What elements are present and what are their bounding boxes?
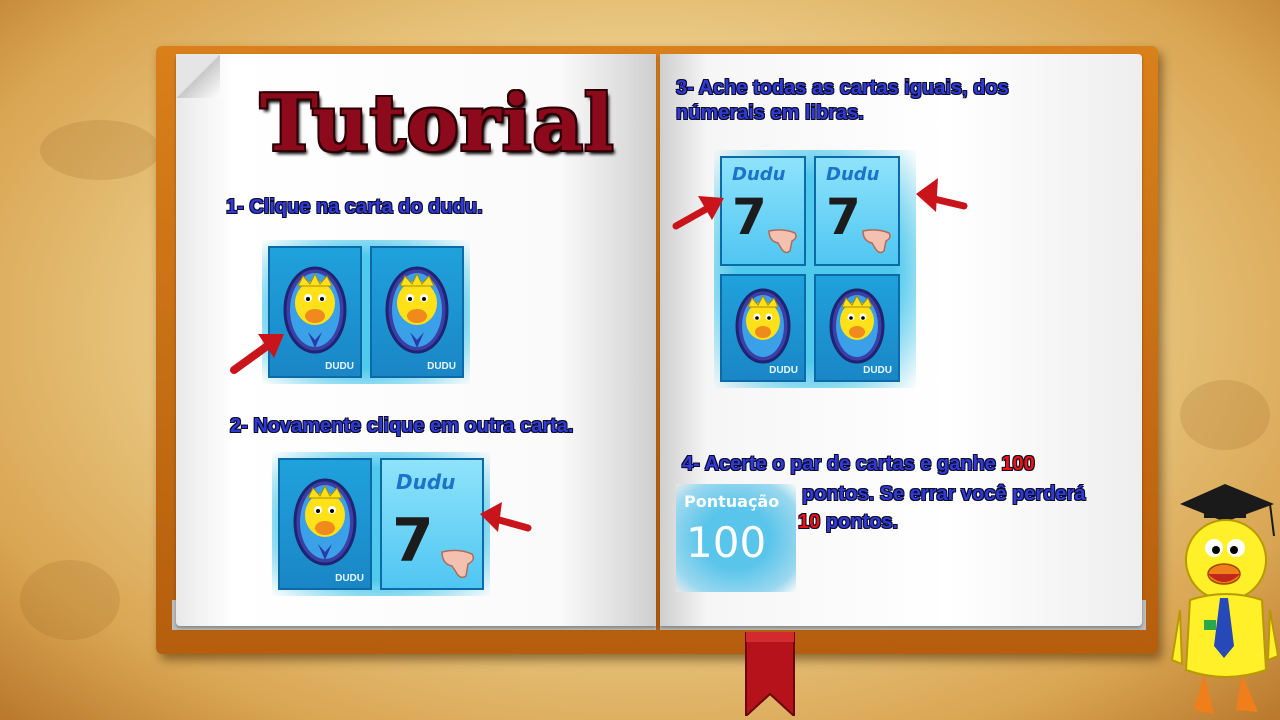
red-arrow-icon (230, 334, 284, 374)
step-4-line-3: 10 pontos. (798, 510, 898, 535)
libras-hand-icon (768, 229, 797, 254)
card-digit: 7 (732, 188, 767, 246)
number-card[interactable]: Dudu 7 (380, 458, 484, 590)
card-brand: Dudu (826, 164, 880, 185)
red-arrow-icon (916, 178, 968, 212)
step-3-text: 3- Ache todas as cartas iguais, dos núme… (676, 76, 1009, 126)
duck-card[interactable]: DUDU (370, 246, 464, 378)
libras-hand-icon (441, 549, 475, 579)
card-digit: 7 (826, 188, 861, 246)
duck-face-icon (385, 266, 449, 354)
score-panel: Pontuação 100 (676, 484, 796, 592)
bookmark-ribbon (745, 632, 795, 716)
step-4-suffix: pontos. (820, 511, 899, 533)
step-4-loss: 10 (798, 511, 821, 533)
paper-stain (1180, 380, 1270, 450)
step-2-text: 2- Novamente clique em outra carta. (230, 415, 574, 437)
step-1-cards: DUDU DUDU (262, 240, 470, 384)
card-label: DUDU (427, 361, 456, 372)
card-label: DUDU (335, 573, 364, 584)
duck-face-icon (293, 478, 357, 566)
step-2-cards: DUDU Dudu 7 (272, 452, 490, 596)
score-label: Pontuação (684, 492, 780, 511)
libras-hand-icon (862, 229, 891, 254)
duck-mascot-icon (1170, 484, 1280, 714)
paper-stain (40, 120, 160, 180)
duck-card[interactable]: DUDU (814, 274, 900, 382)
step-3-line-2: númerais em libras. (676, 102, 864, 124)
red-arrow-icon (672, 196, 724, 230)
page-title: Tutorial (260, 78, 615, 169)
page-curl (176, 54, 220, 98)
step-3-cards: Dudu 7 Dudu 7 DUDU DUDU (714, 150, 916, 388)
step-4-text: 4- Acerte o par de cartas e ganhe 100 (682, 452, 1035, 477)
card-label: DUDU (325, 361, 354, 372)
step-3-line-1: 3- Ache todas as cartas iguais, dos (676, 77, 1009, 99)
card-label: DUDU (769, 365, 798, 376)
red-arrow-icon (480, 502, 532, 532)
step-4-gain: 100 (1001, 453, 1035, 475)
card-label: DUDU (863, 365, 892, 376)
card-digit: 7 (392, 506, 434, 576)
score-value: 100 (686, 518, 767, 567)
step-4-prefix: 4- Acerte o par de cartas e ganhe (682, 453, 1002, 475)
card-brand: Dudu (732, 164, 786, 185)
step-1-text: 1- Clique na carta do dudu. (226, 196, 483, 218)
duck-card[interactable]: DUDU (720, 274, 806, 382)
number-card[interactable]: Dudu 7 (720, 156, 806, 266)
card-brand: Dudu (396, 470, 456, 494)
paper-stain (20, 560, 120, 640)
step-4-line-2: pontos. Se errar você perderá (802, 483, 1086, 505)
number-card[interactable]: Dudu 7 (814, 156, 900, 266)
duck-card[interactable]: DUDU (278, 458, 372, 590)
